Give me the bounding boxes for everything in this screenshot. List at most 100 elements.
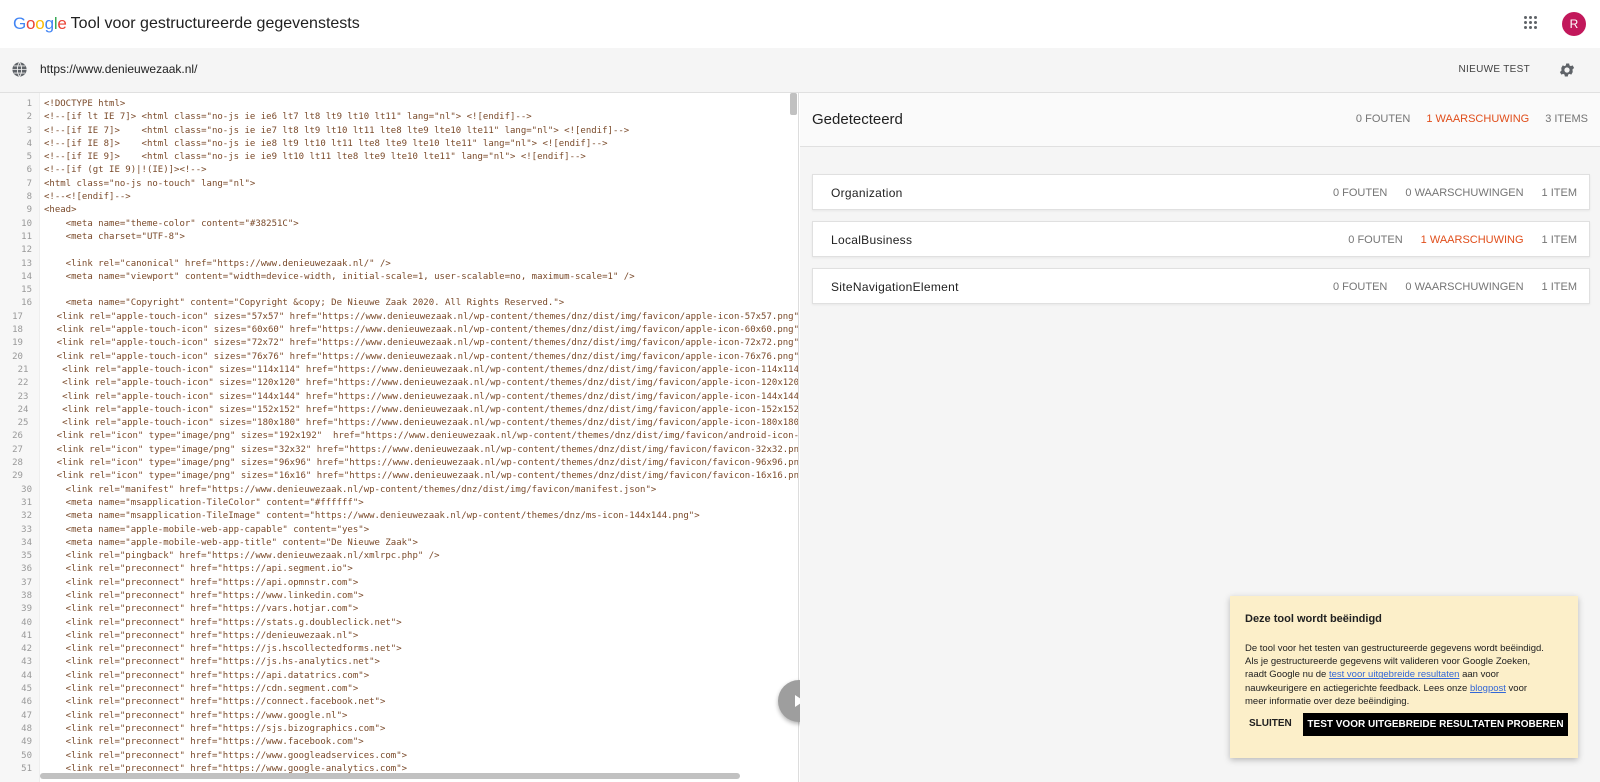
code-line: 31 <meta name="msapplication-TileColor" … bbox=[0, 497, 798, 510]
code-line: 45 <link rel="preconnect" href="https://… bbox=[0, 683, 798, 696]
code-line: 46 <link rel="preconnect" href="https://… bbox=[0, 696, 798, 709]
code-line: 26 <link rel="icon" type="image/png" siz… bbox=[0, 430, 799, 443]
new-test-button[interactable]: NIEUWE TEST bbox=[1459, 64, 1530, 75]
code-text: <!--[if lt IE 7]> <html class="no-js ie … bbox=[44, 112, 532, 123]
close-button[interactable]: SLUITEN bbox=[1249, 718, 1292, 729]
line-number: 40 bbox=[21, 617, 32, 628]
code-text: <meta name="msapplication-TileImage" con… bbox=[44, 511, 700, 522]
code-text: <meta name="theme-color" content="#38251… bbox=[44, 218, 299, 229]
code-line: 17 <link rel="apple-touch-icon" sizes="5… bbox=[0, 311, 798, 324]
code-text: <link rel="canonical" href="https://www.… bbox=[44, 258, 391, 269]
line-number: 24 bbox=[17, 404, 29, 415]
line-number: 39 bbox=[21, 604, 32, 615]
url-input[interactable]: https://www.denieuwezaak.nl/ bbox=[40, 62, 197, 76]
code-text: <link rel="preconnect" href="https://js.… bbox=[44, 657, 380, 668]
result-card-sitenavigationelement[interactable]: SiteNavigationElement 0 FOUTEN 0 WAARSCH… bbox=[812, 268, 1590, 304]
code-text: <link rel="icon" type="image/png" sizes=… bbox=[34, 444, 799, 455]
code-text: <link rel="apple-touch-icon" sizes="60x6… bbox=[34, 325, 799, 336]
result-card-organization[interactable]: Organization 0 FOUTEN 0 WAARSCHUWINGEN 1… bbox=[812, 174, 1590, 210]
globe-icon bbox=[12, 62, 27, 77]
code-text: <meta charset="UTF-8"> bbox=[44, 231, 185, 242]
line-number: 33 bbox=[21, 524, 32, 535]
top-bar: Google Tool voor gestructureerde gegeven… bbox=[0, 0, 1600, 48]
line-number: 23 bbox=[17, 391, 29, 402]
code-line: 1 <!DOCTYPE html> bbox=[0, 98, 798, 111]
code-text: <link rel="icon" type="image/png" sizes=… bbox=[34, 458, 799, 469]
gear-icon[interactable] bbox=[1558, 61, 1576, 79]
summary-errors: 0 FOUTEN bbox=[1355, 113, 1411, 125]
code-text: <link rel="preconnect" href="https://var… bbox=[44, 604, 359, 615]
line-number: 5 bbox=[26, 152, 32, 163]
result-card-localbusiness[interactable]: LocalBusiness 0 FOUTEN 1 WAARSCHUWING 1 … bbox=[812, 221, 1590, 257]
line-number: 51 bbox=[21, 763, 32, 774]
code-line: 14 <meta name="viewport" content="width=… bbox=[0, 271, 798, 284]
code-text: <meta name="Copyright" content="Copyrigh… bbox=[44, 298, 565, 309]
result-card-name: Organization bbox=[831, 186, 903, 200]
line-number: 47 bbox=[21, 710, 32, 721]
line-number: 32 bbox=[21, 511, 32, 522]
code-line: 27 <link rel="icon" type="image/png" siz… bbox=[0, 444, 799, 457]
code-text: <link rel="preconnect" href="https://con… bbox=[44, 697, 386, 708]
result-card-stats: 0 FOUTEN 0 WAARSCHUWINGEN 1 ITEM bbox=[1315, 187, 1577, 199]
code-line: 35 <link rel="pingback" href="https://ww… bbox=[0, 550, 798, 563]
app: Google Tool voor gestructureerde gegeven… bbox=[0, 0, 1600, 782]
code-line: 19 <link rel="apple-touch-icon" sizes="7… bbox=[0, 337, 798, 350]
line-number: 8 bbox=[26, 192, 32, 203]
apps-grid-icon[interactable] bbox=[1524, 16, 1538, 30]
notice-title: Deze tool wordt beëindigd bbox=[1245, 613, 1382, 625]
line-number: 41 bbox=[21, 630, 32, 641]
line-number: 45 bbox=[21, 684, 32, 695]
code-line: 9 <head> bbox=[0, 204, 798, 217]
line-number: 35 bbox=[21, 551, 32, 562]
code-text: <head> bbox=[44, 205, 77, 216]
code-text: <link rel="preconnect" href="https://www… bbox=[44, 750, 408, 761]
code-text: <html class="no-js no-touch" lang="nl"> bbox=[44, 178, 256, 189]
code-text: <link rel="pingback" href="https://www.d… bbox=[44, 551, 440, 562]
code-line: 42 <link rel="preconnect" href="https://… bbox=[0, 643, 798, 656]
blogpost-link[interactable]: blogpost bbox=[1470, 683, 1506, 694]
vertical-scrollbar[interactable] bbox=[790, 93, 797, 115]
code-text: <link rel="apple-touch-icon" sizes="76x7… bbox=[34, 351, 799, 362]
line-number: 37 bbox=[21, 577, 32, 588]
summary-items: 3 ITEMS bbox=[1545, 113, 1588, 125]
code-text: <meta name="msapplication-TileColor" con… bbox=[44, 497, 364, 508]
result-card-stats: 0 FOUTEN 1 WAARSCHUWING 1 ITEM bbox=[1330, 234, 1577, 246]
code-text: <link rel="preconnect" href="https://api… bbox=[44, 564, 353, 575]
card-errors: 0 FOUTEN bbox=[1348, 234, 1403, 246]
line-number: 48 bbox=[21, 723, 32, 734]
code-text: <link rel="preconnect" href="https://sta… bbox=[44, 617, 402, 628]
line-number: 38 bbox=[21, 590, 32, 601]
code-line: 6 <!--[if (gt IE 9)|!(IE)]><!--> bbox=[0, 164, 798, 177]
results-summary: 0 FOUTEN 1 WAARSCHUWING 3 ITEMS bbox=[1340, 113, 1588, 125]
rich-results-test-link[interactable]: test voor uitgebreide resultaten bbox=[1329, 669, 1459, 680]
google-logo: Google bbox=[13, 14, 67, 34]
logo-letter: o bbox=[26, 14, 36, 33]
code-text: <!DOCTYPE html> bbox=[44, 99, 126, 109]
code-text: <meta name="apple-mobile-web-app-title" … bbox=[44, 537, 418, 548]
line-number: 16 bbox=[21, 298, 32, 309]
code-text: <link rel="preconnect" href="https://www… bbox=[44, 710, 348, 721]
line-number: 26 bbox=[12, 431, 23, 442]
line-number: 31 bbox=[21, 497, 32, 508]
url-bar: https://www.denieuwezaak.nl/ NIEUWE TEST bbox=[0, 48, 1600, 93]
code-text: <meta name="viewport" content="width=dev… bbox=[44, 271, 635, 282]
code-line: 2 <!--[if lt IE 7]> <html class="no-js ie… bbox=[0, 111, 798, 124]
code-line: 10 <meta name="theme-color" content="#38… bbox=[0, 218, 798, 231]
code-text: <link rel="icon" type="image/png" sizes=… bbox=[34, 431, 799, 442]
avatar[interactable]: R bbox=[1562, 12, 1586, 36]
code-line: 33 <meta name="apple-mobile-web-app-capa… bbox=[0, 524, 798, 537]
code-editor[interactable]: 1 <!DOCTYPE html> 2 <!--[if lt IE 7]> <html… bbox=[0, 93, 799, 782]
code-line: 39 <link rel="preconnect" href="https://… bbox=[0, 603, 798, 616]
code-line: 25 <link rel="apple-touch-icon" sizes="1… bbox=[0, 417, 798, 430]
card-items: 1 ITEM bbox=[1541, 234, 1577, 246]
try-rich-results-button[interactable]: TEST VOOR UITGEBREIDE RESULTATEN PROBERE… bbox=[1303, 713, 1568, 736]
deprecation-notice: Deze tool wordt beëindigd De tool voor h… bbox=[1230, 596, 1578, 758]
code-line: 34 <meta name="apple-mobile-web-app-titl… bbox=[0, 537, 798, 550]
code-line: 30 <link rel="manifest" href="https://ww… bbox=[0, 484, 798, 497]
code-line: 23 <link rel="apple-touch-icon" sizes="1… bbox=[0, 391, 798, 404]
logo-letter: o bbox=[35, 14, 45, 33]
line-number: 27 bbox=[12, 444, 23, 455]
logo-letter: e bbox=[57, 14, 67, 33]
horizontal-scrollbar[interactable] bbox=[40, 773, 740, 779]
